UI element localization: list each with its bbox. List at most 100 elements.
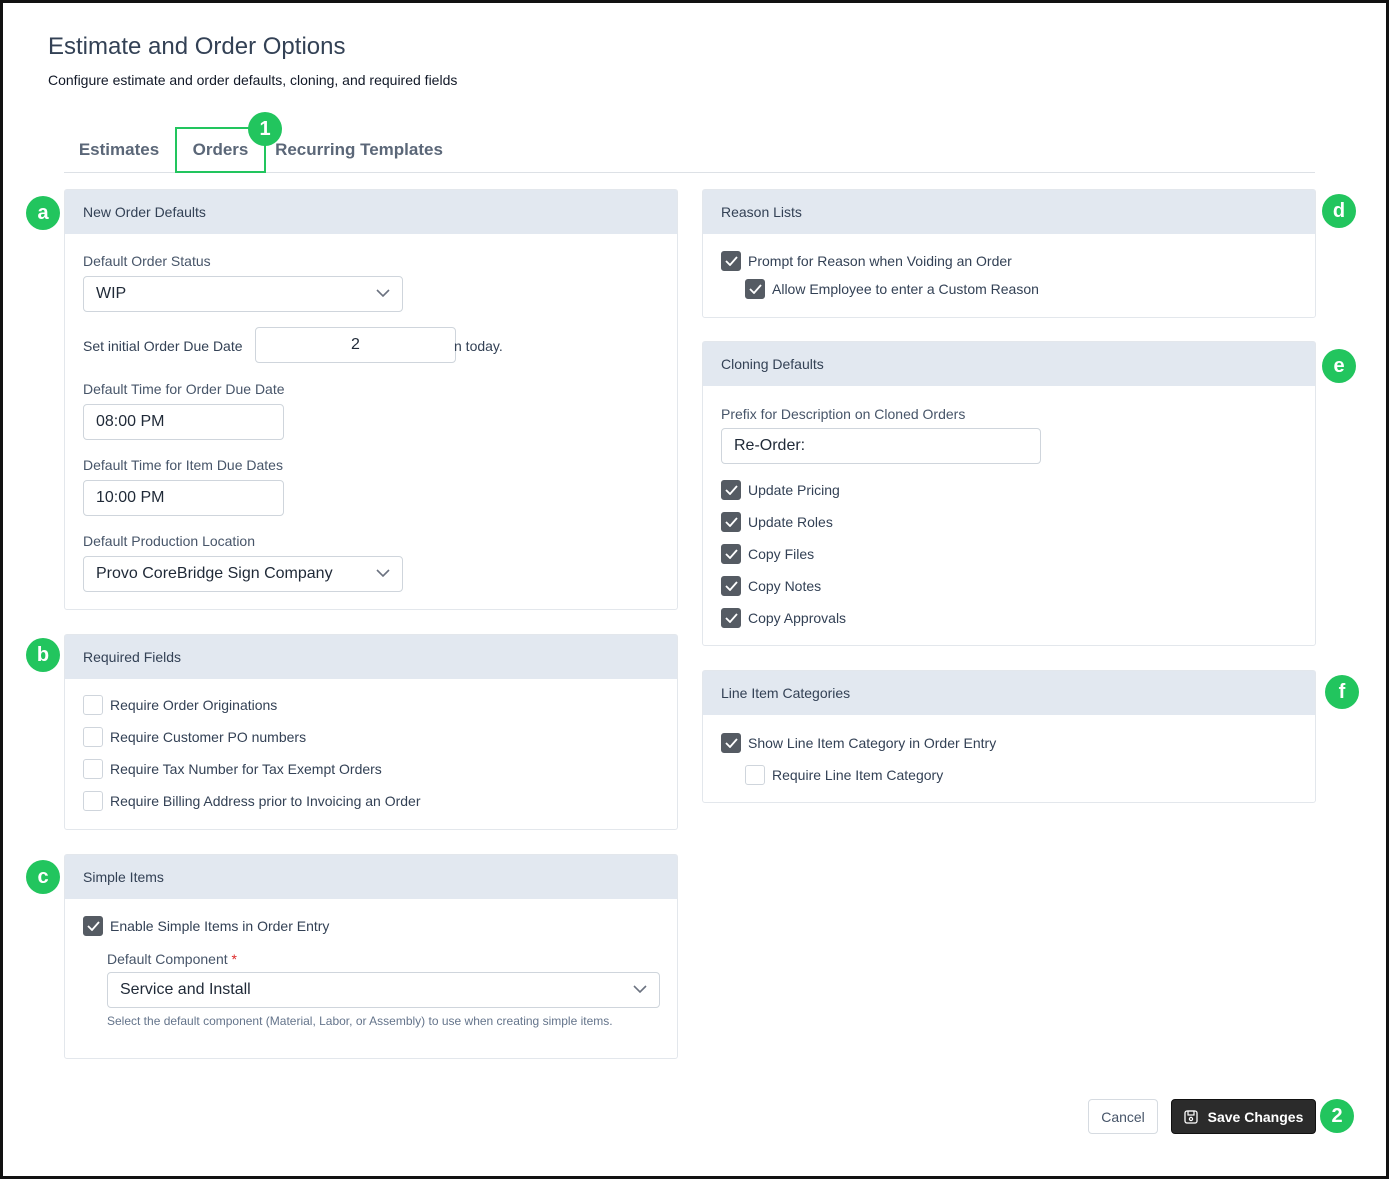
required-asterisk: * — [231, 951, 237, 967]
check-icon — [724, 485, 738, 495]
checkbox[interactable] — [83, 791, 103, 811]
check-icon — [724, 517, 738, 527]
checkbox-checked[interactable] — [721, 512, 741, 532]
default-order-status-select[interactable]: WIP — [83, 276, 403, 312]
checkbox-label: Copy Notes — [748, 578, 822, 594]
production-location-label: Default Production Location — [83, 533, 255, 549]
callout-badge-a: a — [26, 196, 60, 230]
reason-lists-panel: Reason Lists Prompt for Reason when Void… — [702, 189, 1316, 318]
tab-recurring-templates[interactable]: Recurring Templates — [274, 127, 444, 173]
callout-badge-c: c — [26, 860, 60, 894]
chevron-down-icon — [633, 985, 647, 993]
checkbox-label: Require Line Item Category — [772, 767, 944, 783]
select-value: WIP — [96, 285, 127, 302]
checkbox-checked[interactable] — [721, 733, 741, 753]
require-customer-po-option[interactable]: Require Customer PO numbers — [83, 727, 306, 747]
due-date-days-input[interactable]: 2 — [255, 327, 456, 363]
show-line-item-category-option[interactable]: Show Line Item Category in Order Entry — [721, 733, 996, 753]
checkbox-checked[interactable] — [721, 251, 741, 271]
tab-estimates[interactable]: Estimates — [64, 127, 174, 173]
checkbox-checked[interactable] — [83, 916, 103, 936]
callout-badge-d: d — [1322, 194, 1356, 228]
simple-items-panel: Simple Items Enable Simple Items in Orde… — [64, 854, 678, 1059]
select-value: Service and Install — [120, 981, 251, 998]
check-icon — [724, 581, 738, 591]
checkbox-checked[interactable] — [721, 544, 741, 564]
update-roles-option[interactable]: Update Roles — [721, 512, 833, 532]
check-icon — [724, 549, 738, 559]
callout-badge-f: f — [1325, 675, 1359, 709]
check-icon — [724, 738, 738, 748]
page-title: Estimate and Order Options — [48, 33, 346, 60]
production-location-select[interactable]: Provo CoreBridge Sign Company — [83, 556, 403, 592]
callout-badge-1: 1 — [248, 112, 282, 146]
checkbox-checked[interactable] — [721, 608, 741, 628]
panel-title: Line Item Categories — [703, 671, 1315, 715]
checkbox-label: Copy Files — [748, 546, 815, 562]
panel-title: New Order Defaults — [65, 190, 677, 234]
checkbox[interactable] — [83, 727, 103, 747]
save-button-label: Save Changes — [1207, 1108, 1304, 1125]
check-icon — [86, 921, 100, 931]
checkbox-label: Allow Employee to enter a Custom Reason — [772, 281, 1039, 297]
panel-title: Cloning Defaults — [703, 342, 1315, 386]
default-component-hint: Select the default component (Material, … — [107, 1014, 613, 1028]
require-billing-address-option[interactable]: Require Billing Address prior to Invoici… — [83, 791, 421, 811]
floppy-disk-icon — [1183, 1109, 1198, 1124]
checkbox-label: Update Roles — [748, 514, 833, 530]
line-item-categories-panel: Line Item Categories Show Line Item Cate… — [702, 670, 1316, 803]
required-fields-panel: Required Fields Require Order Originatio… — [64, 634, 678, 830]
checkbox[interactable] — [745, 765, 765, 785]
update-pricing-option[interactable]: Update Pricing — [721, 480, 840, 500]
item-due-time-input[interactable]: 10:00 PM — [83, 480, 284, 516]
callout-badge-2: 2 — [1320, 1099, 1354, 1133]
check-icon — [724, 256, 738, 266]
checkbox-label: Require Tax Number for Tax Exempt Orders — [110, 761, 382, 777]
new-order-defaults-panel: New Order Defaults Default Order Status … — [64, 189, 678, 610]
checkbox-checked[interactable] — [721, 480, 741, 500]
label-text: Default Component — [107, 951, 228, 967]
default-component-select[interactable]: Service and Install — [107, 972, 660, 1008]
require-tax-number-option[interactable]: Require Tax Number for Tax Exempt Orders — [83, 759, 382, 779]
callout-badge-e: e — [1322, 349, 1356, 383]
default-order-status-label: Default Order Status — [83, 253, 211, 269]
require-line-item-category-option[interactable]: Require Line Item Category — [745, 765, 943, 785]
item-due-time-label: Default Time for Item Due Dates — [83, 457, 283, 473]
panel-title: Required Fields — [65, 635, 677, 679]
checkbox-label: Show Line Item Category in Order Entry — [748, 735, 997, 751]
enable-simple-items-option[interactable]: Enable Simple Items in Order Entry — [83, 916, 329, 936]
save-changes-button[interactable]: Save Changes — [1171, 1099, 1316, 1134]
copy-files-option[interactable]: Copy Files — [721, 544, 814, 564]
panel-title: Reason Lists — [703, 190, 1315, 234]
order-due-time-input[interactable]: 08:00 PM — [83, 404, 284, 440]
checkbox[interactable] — [83, 695, 103, 715]
order-due-time-label: Default Time for Order Due Date — [83, 381, 285, 397]
checkbox-checked[interactable] — [721, 576, 741, 596]
require-order-originations-option[interactable]: Require Order Originations — [83, 695, 277, 715]
checkbox-label: Prompt for Reason when Voiding an Order — [748, 253, 1012, 269]
callout-badge-b: b — [26, 638, 60, 672]
checkbox-label: Require Order Originations — [110, 697, 278, 713]
checkbox-label: Require Customer PO numbers — [110, 729, 307, 745]
allow-custom-reason-option[interactable]: Allow Employee to enter a Custom Reason — [745, 279, 1039, 299]
cloning-defaults-panel: Cloning Defaults Prefix for Description … — [702, 341, 1316, 646]
clone-prefix-input[interactable]: Re-Order: — [721, 428, 1041, 464]
due-date-suffix-label: n today. — [454, 338, 503, 354]
checkbox-label: Update Pricing — [748, 482, 840, 498]
checkbox[interactable] — [83, 759, 103, 779]
check-icon — [748, 284, 762, 294]
chevron-down-icon — [376, 289, 390, 297]
checkbox-label: Enable Simple Items in Order Entry — [110, 918, 330, 934]
default-component-label: Default Component * — [107, 951, 237, 967]
checkbox-label: Copy Approvals — [748, 610, 847, 626]
copy-notes-option[interactable]: Copy Notes — [721, 576, 821, 596]
chevron-down-icon — [376, 569, 390, 577]
due-date-prefix-label: Set initial Order Due Date — [83, 338, 243, 354]
select-value: Provo CoreBridge Sign Company — [96, 565, 333, 582]
clone-prefix-label: Prefix for Description on Cloned Orders — [721, 406, 966, 422]
copy-approvals-option[interactable]: Copy Approvals — [721, 608, 846, 628]
prompt-reason-voiding-option[interactable]: Prompt for Reason when Voiding an Order — [721, 251, 1012, 271]
panel-title: Simple Items — [65, 855, 677, 899]
cancel-button[interactable]: Cancel — [1088, 1099, 1158, 1134]
checkbox-checked[interactable] — [745, 279, 765, 299]
